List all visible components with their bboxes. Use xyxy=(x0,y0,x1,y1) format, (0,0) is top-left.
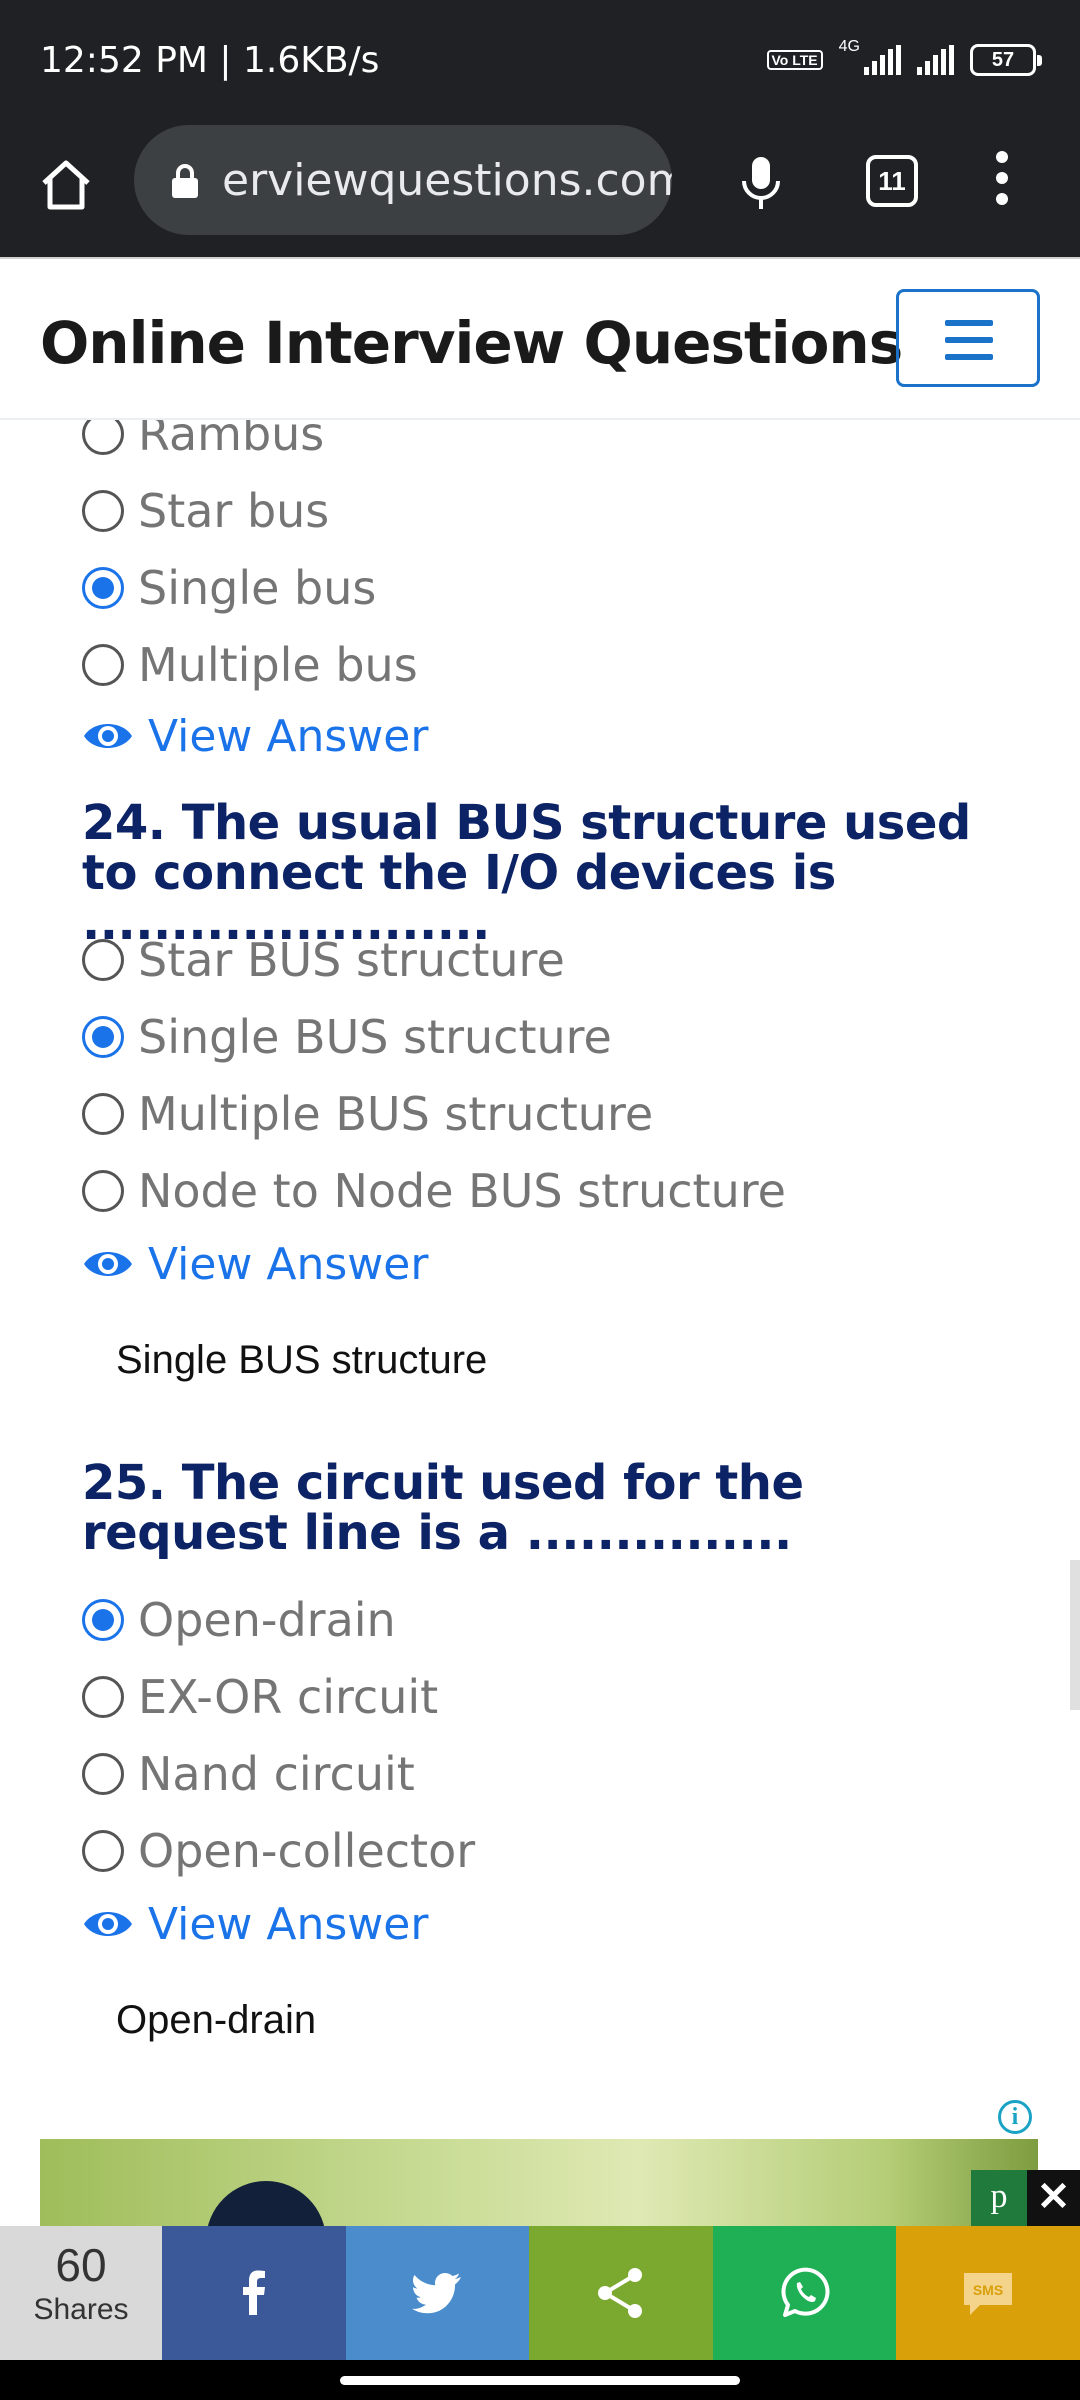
ad-badge[interactable]: p xyxy=(971,2170,1027,2226)
share-count-label: Shares xyxy=(33,2293,129,2326)
share-count-number: 60 xyxy=(55,2239,107,2291)
radio-button[interactable] xyxy=(82,1676,124,1718)
radio-button-checked[interactable] xyxy=(82,567,124,609)
option-q23-3[interactable]: Single bus xyxy=(82,558,376,618)
tab-switcher-button[interactable]: 11 xyxy=(866,155,918,207)
option-q25-3[interactable]: Nand circuit xyxy=(82,1744,415,1804)
view-answer-label: View Answer xyxy=(148,710,429,762)
option-label: Node to Node BUS structure xyxy=(138,1164,786,1218)
option-label: EX-OR circuit xyxy=(138,1670,439,1724)
option-label: Single bus xyxy=(138,561,377,615)
option-label: Star bus xyxy=(138,484,330,538)
sms-icon-text: SMS xyxy=(973,2282,1003,2298)
ad-info-icon[interactable]: i xyxy=(998,2100,1032,2134)
radio-button[interactable] xyxy=(82,1830,124,1872)
status-bar: 12:52 PM | 1.6KB/s Vo LTE 4G 57 xyxy=(0,0,1080,125)
radio-button[interactable] xyxy=(82,644,124,686)
option-q24-2[interactable]: Single BUS structure xyxy=(82,1007,612,1067)
option-label: Multiple bus xyxy=(138,638,418,692)
quiz-content: Rambus Star bus Single bus Multiple bus … xyxy=(0,420,1080,2170)
radio-button[interactable] xyxy=(82,490,124,532)
share-icon xyxy=(597,2268,642,2318)
scrollbar-thumb[interactable] xyxy=(1070,1560,1080,1710)
option-q23-4[interactable]: Multiple bus xyxy=(82,635,418,695)
option-label: Multiple BUS structure xyxy=(138,1087,654,1141)
facebook-share-button[interactable] xyxy=(162,2226,346,2360)
sms-share-button[interactable]: SMS xyxy=(896,2226,1080,2360)
share-bar: 60 Shares SMS xyxy=(0,2226,1080,2360)
site-header: Online Interview Questions xyxy=(0,257,1080,420)
option-q24-4[interactable]: Node to Node BUS structure xyxy=(82,1161,786,1221)
option-label: Star BUS structure xyxy=(138,933,565,987)
eye-icon xyxy=(84,724,132,748)
signal-icon-2 xyxy=(917,45,954,75)
navigation-bar xyxy=(0,2360,1080,2400)
option-label: Rambus xyxy=(138,420,325,461)
option-q25-4[interactable]: Open-collector xyxy=(82,1821,475,1881)
generic-share-button[interactable] xyxy=(529,2226,713,2360)
whatsapp-share-button[interactable] xyxy=(712,2226,897,2360)
volte-icon: Vo LTE xyxy=(766,50,823,70)
question-24: 24. The usual BUS structure used to conn… xyxy=(82,795,971,951)
battery-level: 57 xyxy=(991,49,1015,71)
battery-icon: 57 xyxy=(970,44,1042,76)
view-answer-q23[interactable]: View Answer xyxy=(82,708,428,764)
view-answer-q24[interactable]: View Answer xyxy=(82,1236,428,1292)
option-q23-2[interactable]: Star bus xyxy=(82,481,329,541)
option-q23-1[interactable]: Rambus xyxy=(82,420,324,464)
option-label: Single BUS structure xyxy=(138,1010,612,1064)
option-label: Open-collector xyxy=(138,1824,476,1878)
signal-icon xyxy=(864,45,901,75)
radio-button-checked[interactable] xyxy=(82,1599,124,1641)
view-answer-label: View Answer xyxy=(148,1238,429,1290)
network-type: 4G xyxy=(838,38,860,55)
radio-button[interactable] xyxy=(82,939,124,981)
hamburger-menu-button[interactable] xyxy=(896,289,1040,387)
sms-icon: SMS xyxy=(964,2273,1013,2315)
option-q25-2[interactable]: EX-OR circuit xyxy=(82,1667,438,1727)
twitter-icon xyxy=(412,2273,462,2314)
radio-button[interactable] xyxy=(82,1753,124,1795)
option-q25-1[interactable]: Open-drain xyxy=(82,1590,396,1650)
view-answer-q25[interactable]: View Answer xyxy=(82,1896,428,1952)
status-time: 12:52 PM | 1.6KB/s xyxy=(40,40,380,81)
url-bar[interactable]: erviewquestions.com xyxy=(134,125,672,235)
whatsapp-icon xyxy=(781,2267,830,2317)
site-title[interactable]: Online Interview Questions xyxy=(40,309,903,377)
radio-button[interactable] xyxy=(82,420,124,455)
eye-icon xyxy=(84,1252,132,1276)
answer-q25: Open-drain xyxy=(116,1998,317,2042)
eye-icon xyxy=(84,1912,132,1936)
radio-button[interactable] xyxy=(82,1093,124,1135)
ad-banner[interactable] xyxy=(40,2139,1038,2229)
option-q24-3[interactable]: Multiple BUS structure xyxy=(82,1084,653,1144)
option-label: Open-drain xyxy=(138,1593,396,1647)
share-count: 60 Shares xyxy=(0,2226,162,2360)
more-menu-icon[interactable] xyxy=(990,151,1014,215)
facebook-icon xyxy=(242,2270,265,2315)
ad-close-button[interactable]: ✕ xyxy=(1027,2170,1080,2226)
option-label: Nand circuit xyxy=(138,1747,415,1801)
radio-button[interactable] xyxy=(82,1170,124,1212)
twitter-share-button[interactable] xyxy=(345,2226,530,2360)
radio-button-checked[interactable] xyxy=(82,1016,124,1058)
view-answer-label: View Answer xyxy=(148,1898,429,1950)
lock-icon xyxy=(172,164,198,198)
option-q24-1[interactable]: Star BUS structure xyxy=(82,930,565,990)
home-icon[interactable] xyxy=(36,155,96,215)
status-icons: Vo LTE 4G 57 xyxy=(766,38,1042,76)
browser-toolbar: erviewquestions.com 11 xyxy=(0,125,1080,257)
question-25: 25. The circuit used for the request lin… xyxy=(82,1455,804,1561)
ad-image xyxy=(206,2181,326,2229)
url-text: erviewquestions.com xyxy=(222,155,672,206)
microphone-icon[interactable] xyxy=(736,153,786,213)
answer-q24: Single BUS structure xyxy=(116,1338,488,1382)
home-gesture-handle[interactable] xyxy=(340,2376,740,2385)
